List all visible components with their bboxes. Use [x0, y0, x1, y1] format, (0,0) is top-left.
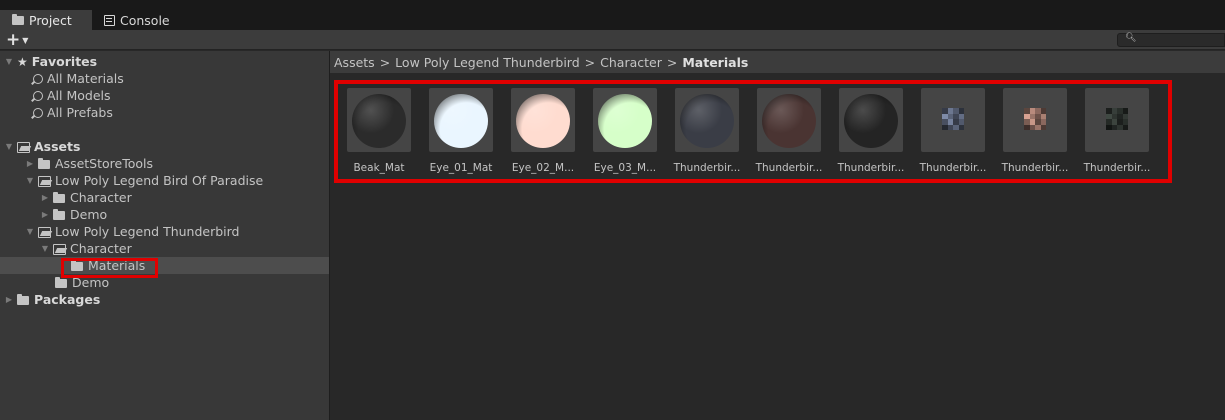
breadcrumb-item[interactable]: Low Poly Legend Thunderbird	[395, 55, 580, 70]
highlight-box	[61, 258, 158, 278]
tree-item-bird-of-paradise[interactable]: ▼ Low Poly Legend Bird Of Paradise	[0, 172, 329, 189]
open-folder-icon	[53, 243, 66, 255]
star-icon: ★	[17, 54, 28, 69]
breadcrumb-current[interactable]: Materials	[682, 55, 748, 70]
tree-item-label: Character	[70, 241, 132, 256]
expand-arrow-icon[interactable]: ▶	[4, 295, 14, 304]
expand-arrow-icon[interactable]: ▶	[40, 193, 50, 202]
tree-item-label: Demo	[70, 207, 108, 222]
tab-bar: Project Console	[0, 0, 1225, 30]
highlight-box	[334, 80, 1172, 183]
breadcrumb-separator: >	[666, 54, 678, 70]
tree-item-label: All Materials	[47, 71, 124, 86]
tree-item-tb-demo[interactable]: Demo	[0, 274, 329, 291]
tree-item-label: Packages	[34, 292, 101, 307]
tree-item-all-materials[interactable]: All Materials	[0, 70, 329, 87]
search-icon: 🔍︎	[1125, 33, 1137, 43]
tab-label: Project	[29, 12, 72, 28]
tree-item-tb-materials[interactable]: Materials	[0, 257, 329, 274]
console-icon	[104, 14, 115, 26]
tab-console[interactable]: Console	[92, 10, 182, 30]
tree-item-tb-character[interactable]: ▼ Character	[0, 240, 329, 257]
breadcrumb-item[interactable]: Assets	[334, 55, 375, 70]
expand-arrow-icon[interactable]: ▶	[40, 210, 50, 219]
tree-item-assets[interactable]: ▼ Assets	[0, 138, 329, 155]
folder-icon	[38, 157, 50, 169]
open-folder-icon	[38, 175, 51, 187]
folder-icon	[53, 191, 65, 203]
tab-project[interactable]: Project	[0, 10, 92, 30]
tree-item-favorites[interactable]: ▼ ★ Favorites	[0, 53, 329, 70]
tree-item-label: Low Poly Legend Bird Of Paradise	[55, 173, 264, 188]
tree-item-label: Assets	[34, 139, 81, 154]
folder-icon	[12, 14, 24, 25]
chevron-down-icon: ▼	[22, 35, 29, 45]
breadcrumb: Assets > Low Poly Legend Thunderbird > C…	[330, 51, 1225, 73]
search-input[interactable]: 🔍︎	[1117, 33, 1225, 47]
tree-item-label: AssetStoreTools	[55, 156, 153, 171]
tree-item-thunderbird[interactable]: ▼ Low Poly Legend Thunderbird	[0, 223, 329, 240]
expand-arrow-icon[interactable]: ▼	[4, 57, 14, 66]
breadcrumb-item[interactable]: Character	[600, 55, 662, 70]
folder-tree: ▼ ★ Favorites All Materials All Models A…	[0, 51, 329, 420]
search-icon	[33, 107, 43, 118]
tree-item-label: Character	[70, 190, 132, 205]
search-icon	[33, 90, 43, 101]
breadcrumb-separator: >	[379, 54, 391, 70]
open-folder-icon	[17, 141, 30, 153]
tree-item-bop-character[interactable]: ▶ Character	[0, 189, 329, 206]
folder-icon	[17, 293, 29, 305]
tree-item-packages[interactable]: ▶ Packages	[0, 291, 329, 308]
open-folder-icon	[38, 226, 51, 238]
expand-arrow-icon[interactable]: ▼	[25, 227, 35, 236]
breadcrumb-separator: >	[584, 54, 596, 70]
tree-item-all-models[interactable]: All Models	[0, 87, 329, 104]
expand-arrow-icon[interactable]: ▶	[25, 159, 35, 168]
tree-item-assetstoretools[interactable]: ▶ AssetStoreTools	[0, 155, 329, 172]
expand-arrow-icon[interactable]: ▼	[40, 244, 50, 253]
folder-icon	[55, 276, 67, 288]
create-button[interactable]: + ▼	[6, 30, 28, 50]
tree-item-label: All Prefabs	[47, 105, 113, 120]
plus-icon: +	[6, 30, 21, 50]
tree-item-label: All Models	[47, 88, 111, 103]
folder-icon	[53, 208, 65, 220]
tree-item-bop-demo[interactable]: ▶ Demo	[0, 206, 329, 223]
project-toolbar: + ▼ 🔍︎	[0, 30, 1225, 50]
tree-item-label: Favorites	[31, 54, 98, 69]
search-icon	[33, 73, 43, 84]
expand-arrow-icon[interactable]: ▼	[25, 176, 35, 185]
expand-arrow-icon[interactable]: ▼	[4, 142, 14, 151]
tree-item-all-prefabs[interactable]: All Prefabs	[0, 104, 329, 121]
tree-item-label: Low Poly Legend Thunderbird	[55, 224, 240, 239]
tab-label: Console	[120, 12, 170, 28]
